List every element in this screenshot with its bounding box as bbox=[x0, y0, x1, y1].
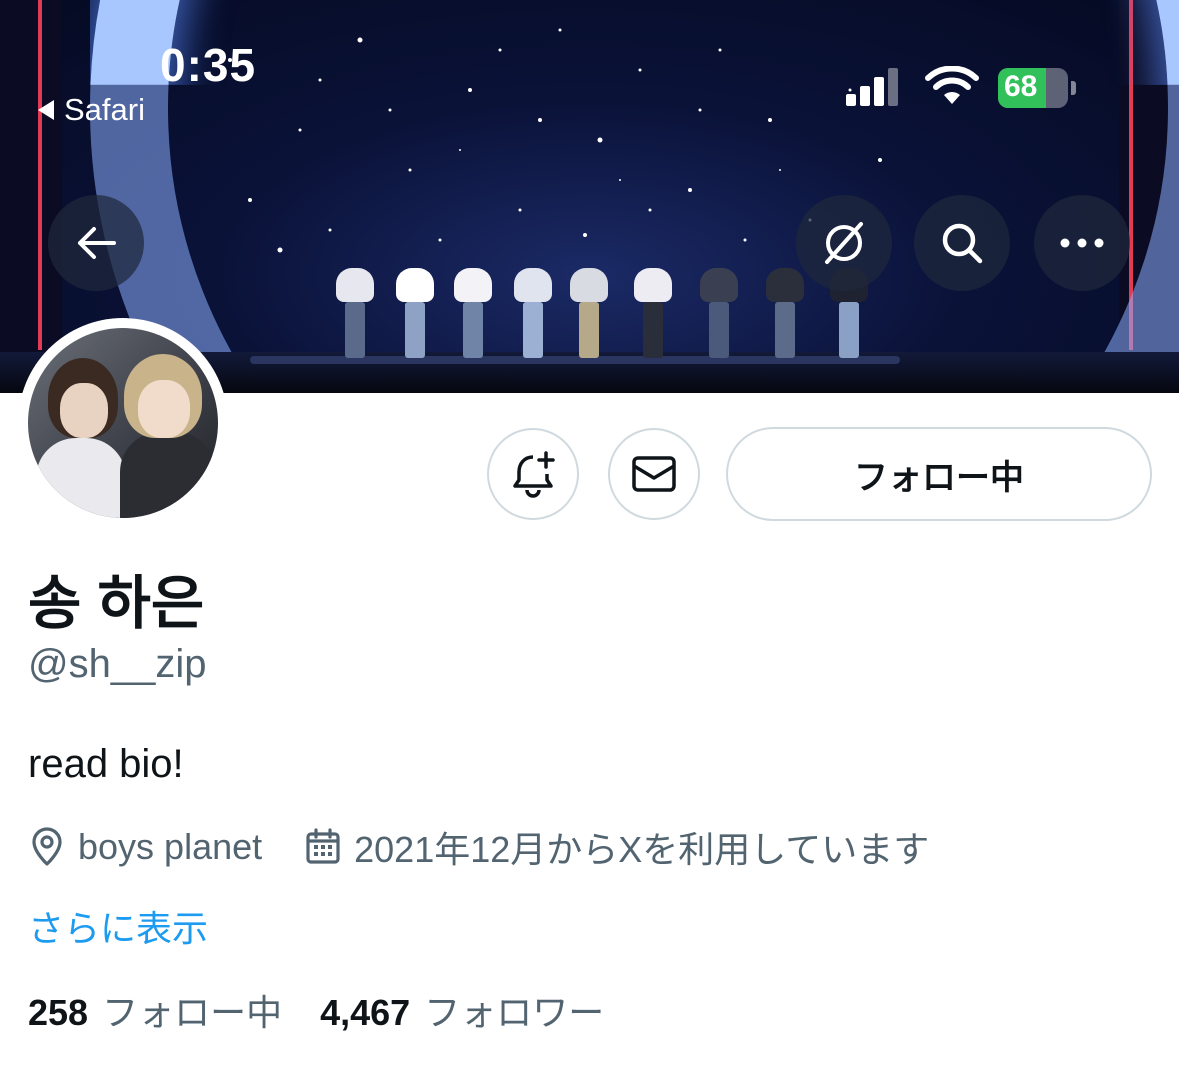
search-icon bbox=[942, 223, 983, 264]
battery-indicator: 68 bbox=[998, 68, 1078, 108]
cellular-signal-icon bbox=[846, 68, 898, 106]
profile-bio: read bio! bbox=[28, 742, 184, 786]
followers-label[interactable]: フォロワー bbox=[424, 984, 604, 1036]
joined-item: 2021年12月からXを利用しています bbox=[304, 821, 929, 873]
performer bbox=[700, 262, 738, 358]
battery-cap bbox=[1071, 81, 1076, 95]
performer bbox=[766, 262, 804, 358]
performer bbox=[336, 262, 374, 358]
status-back-label: Safari bbox=[64, 92, 145, 127]
stage-pillar-left bbox=[0, 0, 62, 393]
followers-count[interactable]: 4,467 bbox=[320, 992, 410, 1034]
following-button[interactable]: フォロー中 bbox=[726, 427, 1152, 521]
location-item: boys planet bbox=[28, 826, 262, 868]
display-name: 송 하은 bbox=[28, 571, 205, 636]
more-options-button[interactable] bbox=[1034, 195, 1130, 291]
slashed-circle-icon bbox=[825, 222, 863, 264]
calendar-icon bbox=[306, 828, 340, 864]
ellipsis-icon bbox=[1060, 238, 1104, 248]
performer bbox=[454, 262, 492, 358]
performer bbox=[514, 262, 552, 358]
message-button[interactable] bbox=[608, 428, 700, 520]
performer bbox=[570, 262, 608, 358]
follow-counts: 258 フォロー中 4,467 フォロワー bbox=[28, 984, 604, 1036]
show-more-link[interactable]: さらに表示 bbox=[28, 900, 208, 952]
user-handle: @sh__zip bbox=[28, 642, 207, 686]
back-button[interactable] bbox=[48, 195, 144, 291]
status-time: 0:35 bbox=[160, 39, 257, 91]
back-triangle-icon bbox=[38, 100, 54, 120]
envelope-icon bbox=[632, 456, 676, 492]
grok-button[interactable] bbox=[796, 195, 892, 291]
location-pin-icon bbox=[32, 827, 62, 866]
performer bbox=[634, 262, 672, 358]
joined-text: 2021年12月からXを利用しています bbox=[354, 829, 930, 870]
search-button[interactable] bbox=[914, 195, 1010, 291]
location-text: boys planet bbox=[78, 826, 263, 867]
notifications-button[interactable] bbox=[487, 428, 579, 520]
following-label[interactable]: フォロー中 bbox=[102, 984, 282, 1036]
profile-avatar[interactable] bbox=[18, 318, 228, 528]
avatar-photo bbox=[28, 328, 218, 518]
performers-group bbox=[330, 262, 890, 362]
status-back-to-app[interactable]: Safari bbox=[38, 92, 145, 128]
performer bbox=[396, 262, 434, 358]
following-count[interactable]: 258 bbox=[28, 992, 88, 1034]
arrow-left-icon bbox=[78, 227, 116, 259]
bell-plus-icon bbox=[513, 451, 555, 498]
battery-percent: 68 bbox=[1004, 70, 1038, 103]
profile-meta: boys planet 2021年12月からXを利用しています bbox=[28, 822, 929, 872]
wifi-icon bbox=[925, 66, 979, 104]
